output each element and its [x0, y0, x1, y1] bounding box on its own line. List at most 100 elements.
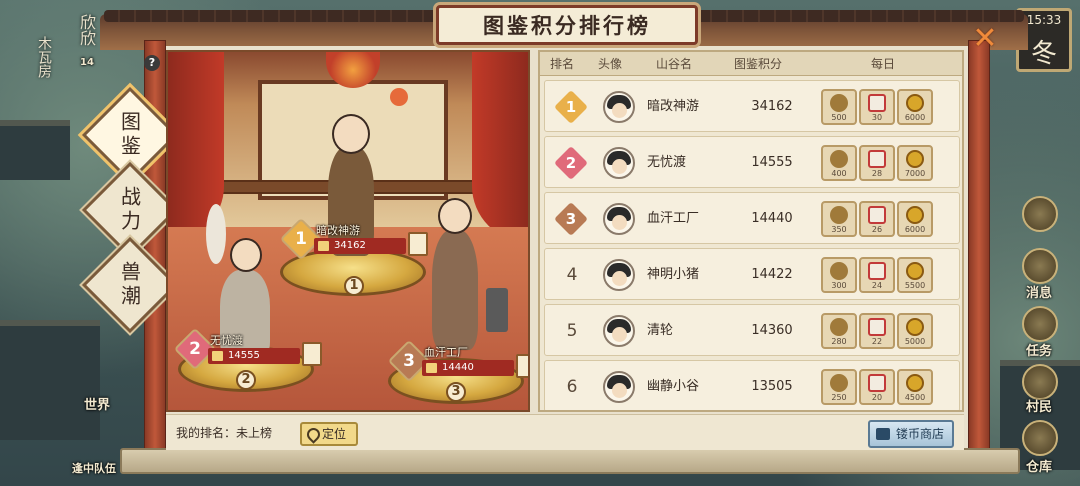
- row-rank: 2: [565, 154, 577, 172]
- reward-qty: 350: [831, 225, 847, 234]
- card-icon: [868, 374, 886, 392]
- podium-third-label-rank: 3: [403, 351, 415, 371]
- coin-icon: [906, 150, 924, 168]
- table-row[interactable]: 1 暗改神游 34162 500 30 6000: [544, 80, 960, 132]
- row-rank: 6: [566, 377, 578, 397]
- reward-card[interactable]: 20: [859, 369, 895, 405]
- player-avatar[interactable]: [603, 259, 635, 291]
- row-rank: 3: [565, 210, 577, 228]
- hud-world-label[interactable]: 世界: [84, 394, 110, 413]
- player-avatar[interactable]: [603, 315, 635, 347]
- player-avatar[interactable]: [603, 203, 635, 235]
- row-rank: 5: [566, 321, 578, 341]
- row-score: 14360: [751, 323, 793, 338]
- reward-coin[interactable]: 5500: [897, 257, 933, 293]
- podium-first-rank: 1: [344, 276, 364, 296]
- podium-first-score: 34162: [314, 238, 406, 254]
- third-place-character[interactable]: [432, 230, 478, 350]
- table-row[interactable]: 3 血汗工厂 14440 350 26 6000: [544, 192, 960, 244]
- table-row[interactable]: 6 幽静小谷 13505 250 20 4500: [544, 360, 960, 410]
- warehouse-icon[interactable]: [1022, 420, 1058, 456]
- header-valley-name: 山谷名: [655, 57, 692, 71]
- row-score: 14422: [751, 267, 793, 282]
- hammer-icon: [830, 318, 848, 336]
- reward-qty: 5000: [904, 337, 926, 346]
- reward-hammer[interactable]: 500: [821, 89, 857, 125]
- close-button[interactable]: ✕: [970, 24, 1000, 54]
- reward-qty: 280: [831, 337, 847, 346]
- right-curtain: [472, 52, 528, 242]
- reward-card[interactable]: 22: [859, 313, 895, 349]
- background-house: [0, 320, 100, 440]
- reward-card[interactable]: 28: [859, 145, 895, 181]
- first-place-character-head: [332, 114, 370, 154]
- reward-qty: 26: [871, 225, 883, 234]
- podium-first-label: 1 暗改神游 34162: [279, 217, 432, 261]
- player-name[interactable]: 欣欣: [74, 14, 98, 46]
- reward-qty: 4500: [904, 393, 926, 402]
- reward-hammer[interactable]: 400: [821, 145, 857, 181]
- background-house: [0, 120, 70, 180]
- reward-coin[interactable]: 6000: [897, 201, 933, 237]
- row-rank: 1: [565, 98, 577, 116]
- coin-shop-button[interactable]: 镂币商店: [868, 420, 954, 448]
- hud-warehouse-label[interactable]: 仓库: [1026, 456, 1052, 475]
- header-rank: 排名: [549, 57, 574, 71]
- table-row[interactable]: 2 无忧渡 14555 400 28 7000: [544, 136, 960, 188]
- podium-third-rank: 3: [446, 382, 466, 402]
- reward-hammer[interactable]: 280: [821, 313, 857, 349]
- player-level-badge: 14: [80, 57, 94, 68]
- hud-message-label[interactable]: 消息: [1026, 282, 1052, 301]
- reward-qty: 24: [871, 281, 883, 290]
- hud-villager-label[interactable]: 村民: [1026, 396, 1052, 415]
- podium-third-score: 14440: [422, 360, 514, 376]
- player-avatar[interactable]: [603, 147, 635, 179]
- table-row[interactable]: 4 神明小猪 14422 300 24 5500: [544, 248, 960, 300]
- row-score: 34162: [751, 99, 793, 114]
- player-avatar[interactable]: [603, 91, 635, 123]
- hammer-prop: [486, 288, 508, 332]
- bottom-bar: 我的排名：未上榜 定位 镂币商店: [166, 414, 964, 450]
- podium-first-name: 暗改神游: [316, 224, 360, 237]
- reward-hammer[interactable]: 300: [821, 257, 857, 293]
- panel-title: 图鉴积分排行榜: [483, 13, 651, 38]
- reward-qty: 500: [831, 113, 847, 122]
- flower-icon[interactable]: [1022, 196, 1058, 232]
- card-icon: [868, 262, 886, 280]
- reward-qty: 30: [871, 113, 883, 122]
- row-score: 13505: [751, 379, 793, 394]
- locate-button[interactable]: 定位: [300, 422, 358, 446]
- reward-coin[interactable]: 7000: [897, 145, 933, 181]
- hammer-icon: [830, 262, 848, 280]
- building-name: 木瓦房: [36, 36, 52, 78]
- task-icon[interactable]: [1022, 306, 1058, 342]
- title-banner: 图鉴积分排行榜: [436, 5, 698, 45]
- reward-qty: 20: [871, 393, 883, 402]
- reward-qty: 28: [871, 169, 883, 178]
- message-icon[interactable]: [1022, 248, 1058, 284]
- hud-task-label[interactable]: 任务: [1026, 340, 1052, 359]
- podium-first-label-rank: 1: [295, 229, 307, 249]
- card-icon: [302, 342, 322, 366]
- podium-third-label: 3 血汗工厂 14440: [387, 339, 528, 383]
- reward-card[interactable]: 26: [859, 201, 895, 237]
- reward-coin[interactable]: 6000: [897, 89, 933, 125]
- row-valley-name: 无忧渡: [647, 155, 687, 170]
- player-avatar[interactable]: [603, 371, 635, 403]
- card-icon: [868, 318, 886, 336]
- reward-card[interactable]: 30: [859, 89, 895, 125]
- reward-card[interactable]: 24: [859, 257, 895, 293]
- left-pillar: [144, 40, 166, 454]
- help-icon[interactable]: ?: [144, 55, 160, 71]
- ranking-table[interactable]: 排名 头像 山谷名 图鉴积分 每日 1 暗改神游 34162 500 30 60…: [538, 50, 964, 412]
- hud-team-label[interactable]: 逢中队伍: [72, 460, 116, 476]
- table-row[interactable]: 5 清轮 14360 280 22 5000: [544, 304, 960, 356]
- podium-third-name: 血汗工厂: [424, 346, 468, 359]
- table-header: 排名 头像 山谷名 图鉴积分 每日: [540, 52, 962, 76]
- reward-hammer[interactable]: 250: [821, 369, 857, 405]
- reward-coin[interactable]: 5000: [897, 313, 933, 349]
- third-place-character-head: [438, 198, 472, 234]
- reward-hammer[interactable]: 350: [821, 201, 857, 237]
- villager-icon[interactable]: [1022, 364, 1058, 400]
- reward-coin[interactable]: 4500: [897, 369, 933, 405]
